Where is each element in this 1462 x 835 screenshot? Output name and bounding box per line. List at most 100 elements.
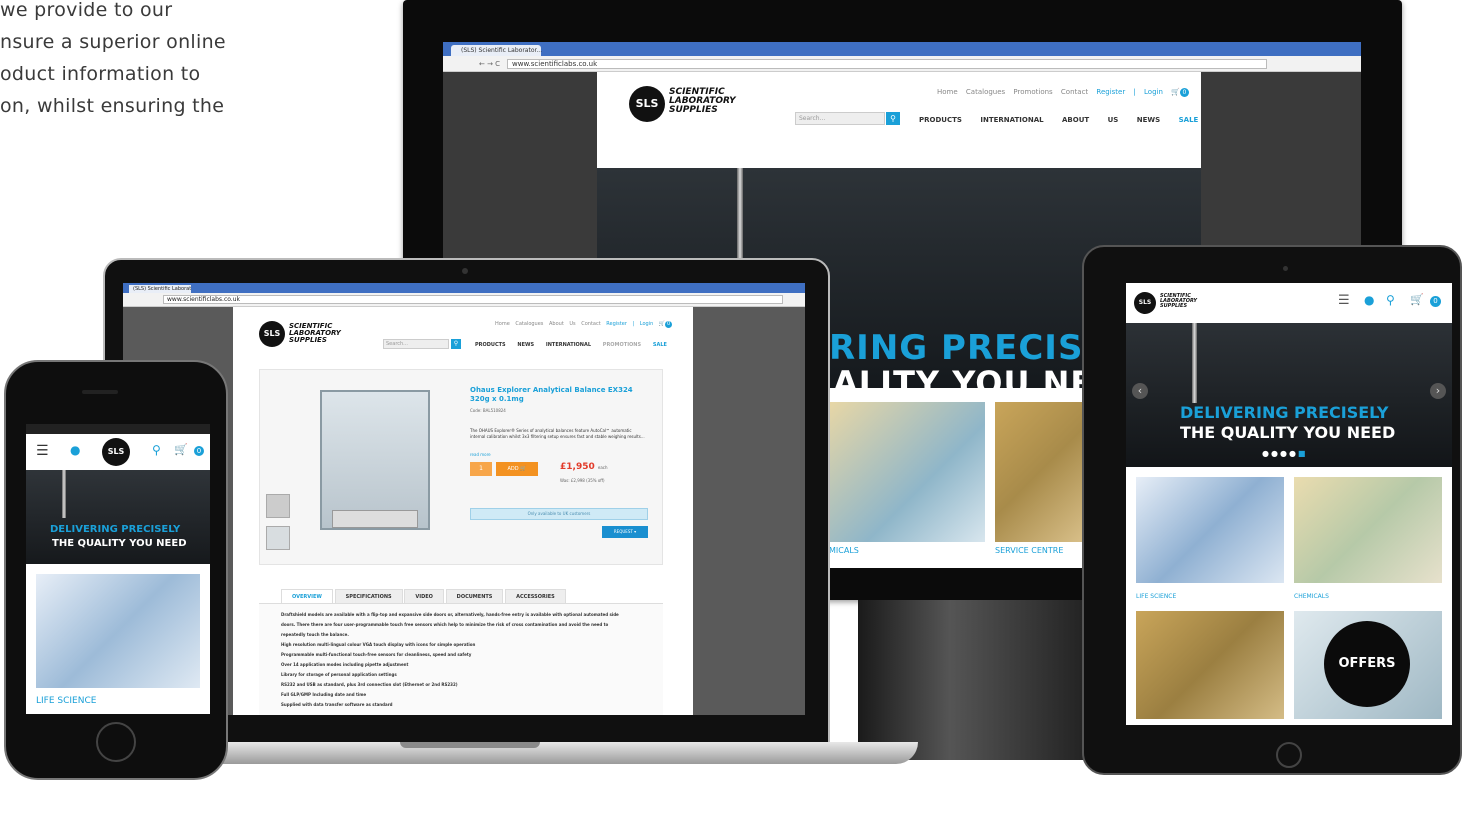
was-price: Was: £2,998 (35% off) [560,478,605,483]
top-links: Home Catalogues About Us Contact Registe… [495,321,673,328]
nav-international[interactable]: INTERNATIONAL [980,116,1043,124]
overview-text: Draftshield models are available with a … [281,612,619,707]
cart-icon[interactable]: 🛒 [1410,293,1424,306]
tile-offers[interactable]: OFFERS [1294,611,1442,719]
nav-about[interactable]: ABOUT US [1062,116,1118,124]
nav-contact-link[interactable]: Contact [581,321,600,327]
tile-label: CHEMICALS [1294,593,1329,600]
laptop-notch [400,742,540,748]
nav-arrows-icon[interactable]: ← → C [479,60,500,68]
read-more-link[interactable]: read more [470,452,491,457]
tile-life-science[interactable] [36,574,200,688]
nav-news[interactable]: NEWS [1137,116,1160,124]
thumbnail-1[interactable] [266,494,290,518]
home-button[interactable] [96,722,136,762]
carousel-dots[interactable]: ●●●●■ [1262,449,1307,458]
nav-catalogues-link[interactable]: Catalogues [515,321,543,327]
hero-banner: ‹ › DELIVERING PRECISELY THE QUALITY YOU… [1126,323,1452,467]
sls-logo-icon[interactable]: SLS [259,321,285,347]
qty-input[interactable]: 1 [470,462,492,476]
tile-chemicals[interactable] [1294,477,1442,583]
tile-label: SERVICE CENTRE [995,546,1064,555]
cart-count-badge: 0 [665,321,673,328]
carousel-next-icon[interactable]: › [1430,383,1446,399]
address-bar[interactable]: www.scientificlabs.co.uk [163,295,783,304]
address-bar[interactable]: www.scientificlabs.co.uk [507,59,1267,69]
cart-icon[interactable]: 🛒 [174,443,188,456]
search-icon[interactable]: ⚲ [1386,293,1395,307]
brand-wordmark: SCIENTIFIC LABORATORY SUPPLIES [289,322,341,344]
request-button[interactable]: REQUEST ▾ [602,526,648,538]
search-icon[interactable]: ⚲ [152,443,161,457]
account-icon[interactable]: ● [70,443,80,457]
search-icon[interactable]: ⚲ [451,339,461,349]
register-login-link[interactable]: Register | Login [1096,88,1163,96]
hero-subheadline: THE QUALITY YOU NEED [1180,423,1396,442]
intro-line: oduct information to [0,63,201,85]
tile-service-centre[interactable] [1136,611,1284,719]
top-links: Home Catalogues Promotions Contact Regis… [937,88,1189,97]
tablet-header: SLS SCIENTIFIC LABORATORY SUPPLIES ☰ ● ⚲ 🛒… [1126,283,1452,323]
intro-line: we provide to our [0,0,173,21]
pipette-graphic [62,470,66,518]
tile-label: MICALS [829,546,859,555]
nav-catalogues-link[interactable]: Catalogues [966,88,1005,96]
sls-logo-icon[interactable]: SLS [629,86,665,122]
tile-life-science[interactable] [1136,477,1284,583]
webcam-icon [462,268,468,274]
tab-overview[interactable]: OVERVIEW [281,589,333,604]
carousel-prev-icon[interactable]: ‹ [1132,383,1148,399]
cart-icon[interactable]: 🛒 [1171,88,1180,96]
hero-headline: DELIVERING PRECISELY [50,524,181,535]
thumbnail-2[interactable] [266,526,290,550]
product-description: The OHAUS Explorer® Series of analytical… [470,428,645,439]
search-input[interactable]: Search... [795,112,885,125]
phone-screen: ☰ ● SLS ⚲ 🛒 0 DELIVERING PRECISELY THE Q… [26,424,210,714]
brand-wordmark: SCIENTIFIC LABORATORY SUPPLIES [669,87,736,115]
product-image[interactable] [320,390,430,530]
browser-tab-strip: (SLS) Scientific Laborato [123,283,805,293]
account-icon[interactable]: ● [1364,293,1374,307]
nav-promotions-link[interactable]: Promotions [1013,88,1052,96]
nav-home-link[interactable]: Home [937,88,958,96]
nav-international[interactable]: INTERNATIONAL [546,342,591,348]
tablet-camera-icon [1283,266,1288,271]
cart-count-badge: 0 [194,446,204,456]
cart-count-badge: 0 [1430,296,1441,307]
nav-about-link[interactable]: About Us [549,321,576,327]
nav-sale[interactable]: SALE [653,342,667,348]
menu-icon[interactable]: ☰ [1338,293,1350,308]
sls-logo-icon[interactable]: SLS [102,438,130,466]
sls-logo-icon[interactable]: SLS [1134,292,1156,314]
nav-sale[interactable]: SALE [1179,116,1199,124]
nav-products[interactable]: PRODUCTS [475,342,506,348]
home-button[interactable] [1276,742,1302,768]
category-tiles: LIFE SCIENCE [26,564,210,714]
nav-contact-link[interactable]: Contact [1061,88,1088,96]
search-icon[interactable]: ⚲ [886,112,900,125]
browser-tab[interactable]: (SLS) Scientific Laborator... [451,45,542,56]
nav-promotions[interactable]: PROMOTIONS [603,342,641,348]
tile-service-centre[interactable] [995,402,1085,542]
nav-products[interactable]: PRODUCTS [919,116,962,124]
nav-news[interactable]: NEWS [517,342,534,348]
browser-tab[interactable]: (SLS) Scientific Laborato [129,285,191,293]
browser-toolbar: ← → C www.scientificlabs.co.uk [443,56,1361,72]
offers-badge: OFFERS [1324,621,1410,707]
add-to-cart-button[interactable]: ADD 🛒 [496,462,538,476]
balance-base [332,510,418,528]
pipette-graphic [1192,323,1197,403]
nav-home-link[interactable]: Home [495,321,510,327]
search-input[interactable]: Search... [383,339,449,349]
phone-speaker [82,390,118,394]
monitor-stand [858,600,1088,760]
product-page: SLS SCIENTIFIC LABORATORY SUPPLIES Home Ca… [233,307,693,715]
browser-tab-strip: (SLS) Scientific Laborator... [443,42,1361,56]
main-nav: PRODUCTS NEWS INTERNATIONAL PROMOTIONS S… [475,342,667,348]
brand-wordmark: SCIENTIFIC LABORATORY SUPPLIES [1160,293,1198,309]
tile-chemicals[interactable] [829,402,985,542]
register-login-link[interactable]: Register | Login [606,321,653,327]
availability-notice: Only available to UK customers [470,508,648,520]
menu-icon[interactable]: ☰ [36,443,49,459]
hero-headline: DELIVERING PRECISELY [1180,403,1389,422]
